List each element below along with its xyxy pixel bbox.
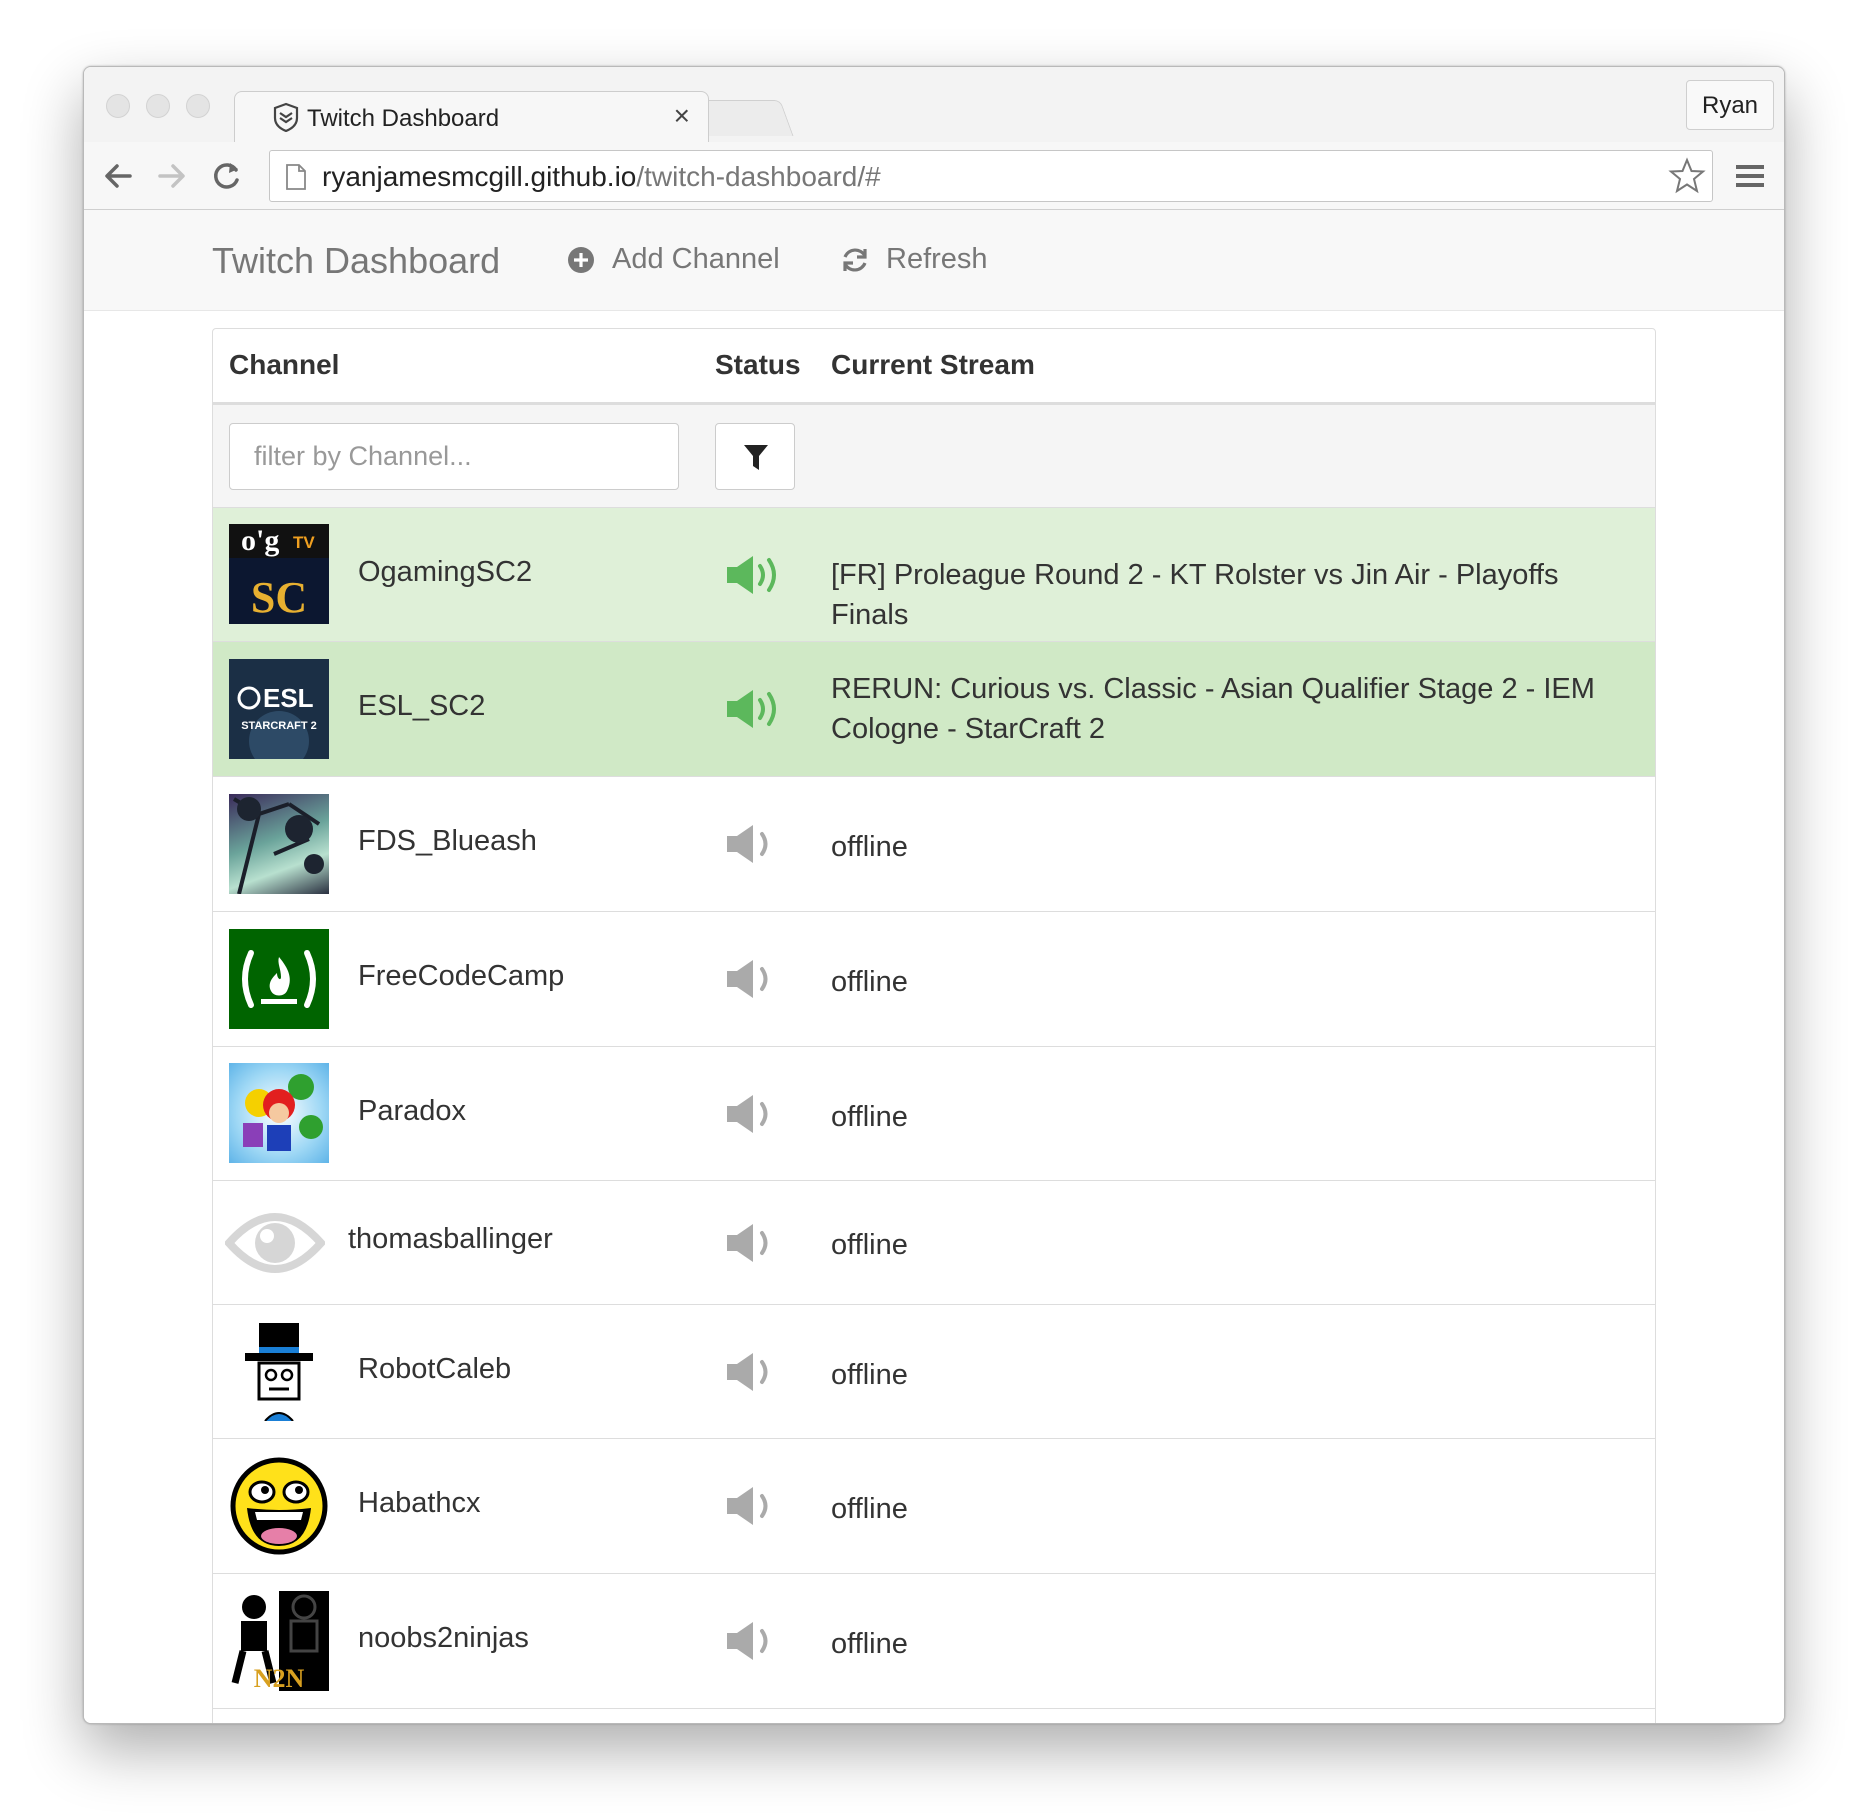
channel-row-thomasballinger[interactable]: thomasballinger offline	[213, 1181, 1655, 1305]
add-channel-label: Add Channel	[612, 243, 780, 275]
esl-sc2-avatar: ESL STARCRAFT 2	[229, 659, 329, 759]
browser-toolbar: ryanjamesmcgill.github.io/twitch-dashboa…	[84, 142, 1784, 210]
speaker-off-icon	[727, 1487, 768, 1525]
channel-name: Paradox	[358, 1095, 467, 1127]
channel-row-freecodecamp[interactable]: FreeCodeCamp offline	[213, 912, 1655, 1047]
tab-close-icon[interactable]: ×	[674, 100, 690, 132]
habathcx-avatar	[229, 1456, 329, 1556]
refresh-link[interactable]: Refresh	[843, 243, 988, 276]
speaker-off-icon	[727, 825, 768, 863]
freecodecamp-avatar	[229, 929, 329, 1029]
current-stream-column-header: Current Stream	[831, 349, 1035, 380]
channel-row-esl-sc2[interactable]: ESL STARCRAFT 2 ESL_SC2 RERUN: Curious v…	[213, 642, 1655, 777]
speaker-on-icon	[727, 556, 776, 594]
channel-row-noobs2ninjas[interactable]: N2N noobs2ninjas offline	[213, 1574, 1655, 1709]
url-text: ryanjamesmcgill.github.io/twitch-dashboa…	[322, 161, 881, 193]
close-window-button[interactable]	[106, 94, 130, 118]
reload-icon[interactable]	[208, 158, 244, 194]
channel-column-header: Channel	[229, 349, 340, 380]
shield-favicon-icon	[273, 102, 299, 132]
bookmark-star-icon[interactable]	[1668, 157, 1706, 195]
tab-title: Twitch Dashboard	[307, 105, 500, 132]
minimize-window-button[interactable]	[146, 94, 170, 118]
channel-name: OgamingSC2	[358, 556, 533, 588]
speaker-off-icon	[727, 1224, 768, 1262]
filter-button[interactable]	[715, 423, 795, 490]
table-header: Channel Status Current Stream	[213, 329, 1655, 405]
channel-row-paradox[interactable]: Paradox offline	[213, 1047, 1655, 1181]
channel-name: ESL_SC2	[358, 690, 486, 722]
hamburger-menu-icon[interactable]	[1734, 160, 1766, 192]
paradox-avatar	[229, 1063, 329, 1163]
url-path: /twitch-dashboard/#	[636, 161, 881, 192]
current-stream-title: offline	[831, 1359, 908, 1391]
speaker-on-icon	[727, 690, 776, 728]
channel-row-robotcaleb[interactable]: RobotCaleb offline	[213, 1305, 1655, 1439]
ogtv-sc-text: SC	[251, 573, 307, 622]
refresh-label: Refresh	[886, 243, 988, 275]
funnel-icon	[744, 445, 768, 470]
back-arrow-icon[interactable]	[100, 158, 136, 194]
title-bar: Twitch Dashboard × Ryan	[84, 67, 1784, 143]
esl-sub-text: STARCRAFT 2	[241, 720, 317, 732]
current-stream-title: RERUN: Curious vs. Classic - Asian Quali…	[831, 673, 1595, 745]
forward-arrow-icon[interactable]	[154, 158, 190, 194]
default-eye-avatar-icon	[225, 1193, 325, 1293]
esl-logo-text: ESL	[263, 683, 314, 713]
speaker-off-icon	[727, 1353, 768, 1391]
page-document-icon	[286, 164, 306, 190]
channel-row-fds-blueash[interactable]: FDS_Blueash offline	[213, 777, 1655, 912]
address-bar[interactable]: ryanjamesmcgill.github.io/twitch-dashboa…	[269, 150, 1713, 202]
channel-row-ogamingsc2[interactable]: o'g TV SC OgamingSC2 [FR] Proleague Roun…	[213, 508, 1655, 642]
channel-filter-input[interactable]	[229, 423, 679, 490]
app-brand[interactable]: Twitch Dashboard	[212, 240, 500, 282]
browser-tab[interactable]: Twitch Dashboard ×	[234, 91, 709, 143]
ogtv-logo-text: o'g	[241, 524, 279, 557]
speaker-off-icon	[727, 1622, 768, 1660]
browser-window: Twitch Dashboard × Ryan ryanjamesmcgill.…	[83, 66, 1785, 1724]
channel-row-habathcx[interactable]: Habathcx offline	[213, 1439, 1655, 1574]
current-stream-title: offline	[831, 1101, 908, 1133]
zoom-window-button[interactable]	[186, 94, 210, 118]
ogtv-tv-text: TV	[293, 533, 315, 552]
ogamingsc2-avatar: o'g TV SC	[229, 524, 329, 624]
n2n-logo-text: N2N	[254, 1664, 305, 1691]
current-stream-title: offline	[831, 1628, 908, 1660]
channel-name: noobs2ninjas	[358, 1622, 529, 1654]
app-navbar: Twitch Dashboard Add Channel Refresh	[84, 210, 1784, 311]
channel-name: Habathcx	[358, 1487, 481, 1519]
channel-name: FDS_Blueash	[358, 825, 537, 857]
status-column-header: Status	[715, 349, 801, 380]
current-stream-title: offline	[831, 966, 908, 998]
plus-circle-icon	[568, 247, 594, 273]
speaker-off-icon	[727, 1095, 768, 1133]
noobs2ninjas-avatar: N2N	[229, 1591, 329, 1691]
channel-name: RobotCaleb	[358, 1353, 512, 1385]
current-stream-title: offline	[831, 1493, 908, 1525]
channel-name: thomasballinger	[348, 1223, 553, 1255]
page-viewport: Twitch Dashboard Add Channel Refresh Cha…	[84, 210, 1784, 1723]
speaker-off-icon	[727, 960, 768, 998]
robotcaleb-avatar	[229, 1321, 329, 1421]
refresh-icon	[843, 248, 867, 272]
fds-blueash-avatar	[229, 794, 329, 894]
filter-row	[213, 405, 1655, 508]
channel-name: FreeCodeCamp	[358, 960, 565, 992]
add-channel-link[interactable]: Add Channel	[568, 243, 780, 276]
current-stream-title: offline	[831, 831, 908, 863]
url-host: ryanjamesmcgill.github.io	[322, 161, 637, 192]
current-stream-title: [FR] Proleague Round 2 - KT Rolster vs J…	[831, 559, 1559, 631]
current-stream-title: offline	[831, 1229, 908, 1261]
profile-button[interactable]: Ryan	[1686, 80, 1774, 130]
channels-table: Channel Status Current Stream o'g	[212, 328, 1656, 1723]
